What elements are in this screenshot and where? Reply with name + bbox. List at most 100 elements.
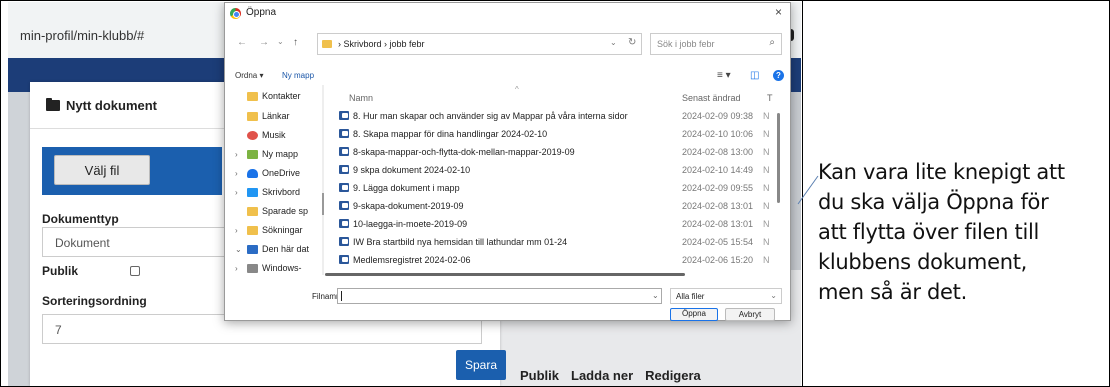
nav-item[interactable]: Sparade sp bbox=[235, 202, 319, 220]
word-document-icon bbox=[339, 237, 349, 246]
search-icon: ⌕ bbox=[769, 37, 775, 48]
open-button[interactable]: Öppna bbox=[670, 308, 718, 321]
nav-item[interactable]: Kontakter bbox=[235, 87, 319, 105]
file-row[interactable]: 9. Lägga dokument i mapp 2024-02-09 09:55… bbox=[325, 179, 780, 197]
view-icon[interactable]: ≡ ▾ bbox=[717, 70, 731, 81]
file-name: 8-skapa-mappar-och-flytta-dok-mellan-map… bbox=[353, 147, 575, 157]
file-type-cell: N bbox=[763, 129, 770, 139]
expand-icon[interactable]: › bbox=[235, 150, 243, 159]
nav-item-label: Kontakter bbox=[262, 91, 301, 101]
file-type-cell: N bbox=[763, 255, 770, 265]
pane-scrollbar-thumb[interactable] bbox=[322, 193, 324, 215]
action-public[interactable]: Publik bbox=[520, 368, 559, 383]
file-row[interactable]: 10-laegga-in-moete-2019-09 2024-02-08 13:… bbox=[325, 215, 780, 233]
action-edit[interactable]: Redigera bbox=[645, 368, 701, 383]
nav-item[interactable]: Musik bbox=[235, 126, 319, 144]
document-actions: Publik Ladda ner Redigera bbox=[520, 368, 701, 383]
nav-item[interactable]: › Sökningar bbox=[235, 221, 319, 239]
nav-item-label: Sökningar bbox=[262, 225, 303, 235]
help-icon[interactable]: ? bbox=[773, 70, 784, 81]
column-name[interactable]: Namn bbox=[349, 93, 373, 103]
cloud-icon bbox=[247, 168, 258, 178]
path-bar[interactable]: › Skrivbord › jobb febr ⌄ ↻ bbox=[317, 33, 642, 55]
nav-item[interactable]: › Skrivbord bbox=[235, 183, 319, 201]
public-checkbox[interactable] bbox=[130, 266, 140, 276]
close-icon[interactable]: × bbox=[775, 5, 782, 19]
word-document-icon bbox=[339, 165, 349, 174]
new-folder-button[interactable]: Ny mapp bbox=[282, 71, 314, 80]
file-row[interactable]: 9-skapa-dokument-2019-09 2024-02-08 13:01… bbox=[325, 197, 780, 215]
file-row[interactable]: 8-skapa-mappar-och-flytta-dok-mellan-map… bbox=[325, 143, 780, 161]
recent-dropdown-icon[interactable]: ⌄ bbox=[277, 37, 284, 46]
column-type[interactable]: T bbox=[767, 93, 773, 103]
folder-icon bbox=[46, 98, 60, 111]
word-document-icon bbox=[339, 255, 349, 264]
expand-icon[interactable]: › bbox=[235, 188, 243, 197]
file-row[interactable]: 8. Skapa mappar för dina handlingar 2024… bbox=[325, 125, 780, 143]
chevron-down-icon[interactable]: ⌄ bbox=[652, 291, 659, 300]
path-segment[interactable]: jobb febr bbox=[390, 39, 425, 49]
chevron-down-icon[interactable]: ⌄ bbox=[610, 38, 617, 47]
file-type-cell: N bbox=[763, 183, 770, 193]
nav-item-label: OneDrive bbox=[262, 168, 301, 178]
chrome-icon bbox=[230, 8, 241, 19]
path-text[interactable]: › Skrivbord › jobb febr bbox=[338, 39, 425, 49]
callout-line: Kan vara lite knepigt att bbox=[818, 160, 1065, 184]
action-download[interactable]: Ladda ner bbox=[571, 368, 633, 383]
nav-item-label: Ny mapp bbox=[262, 149, 299, 159]
nav-item-label: Skrivbord bbox=[262, 187, 301, 197]
file-date: 2024-02-08 13:01 bbox=[682, 219, 754, 229]
file-row[interactable]: 9 skpa dokument 2024-02-10 2024-02-10 14:… bbox=[325, 161, 780, 179]
folder-icon bbox=[247, 206, 258, 216]
nav-item[interactable]: › Windows- bbox=[235, 259, 319, 277]
file-row[interactable]: IW Bra startbild nya hemsidan till lathu… bbox=[325, 233, 780, 251]
callout-line: men så är det. bbox=[818, 280, 967, 304]
word-document-icon bbox=[339, 147, 349, 156]
nav-item[interactable]: › Ny mapp bbox=[235, 145, 319, 163]
nav-item[interactable]: › OneDrive bbox=[235, 164, 319, 182]
file-type-select[interactable]: Alla filer ⌄ bbox=[670, 288, 782, 304]
horizontal-scrollbar[interactable] bbox=[325, 273, 685, 276]
nav-item[interactable]: Länkar bbox=[235, 107, 319, 125]
choose-file-button[interactable]: Välj fil bbox=[54, 155, 150, 185]
path-segment[interactable]: Skrivbord bbox=[344, 39, 382, 49]
file-type-cell: N bbox=[763, 147, 770, 157]
url-text[interactable]: min-profil/min-klubb/# bbox=[20, 28, 144, 43]
sort-indicator-icon: ^ bbox=[515, 85, 519, 94]
expand-icon[interactable]: ⌄ bbox=[235, 245, 243, 254]
nav-item[interactable]: ⌄ Den här dat bbox=[235, 240, 319, 258]
folder-icon bbox=[247, 111, 258, 121]
save-button[interactable]: Spara bbox=[456, 350, 506, 380]
pane-scrollbar[interactable] bbox=[322, 85, 324, 275]
back-icon[interactable]: ← bbox=[237, 37, 247, 48]
file-date: 2024-02-08 13:00 bbox=[682, 147, 754, 157]
up-icon[interactable]: ↑ bbox=[293, 37, 298, 48]
callout-leader-line bbox=[797, 175, 819, 205]
file-row[interactable]: Medlemsregistret 2024-02-06 2024-02-06 15… bbox=[325, 251, 780, 269]
forward-icon[interactable]: → bbox=[259, 37, 269, 48]
chevron-down-icon: ⌄ bbox=[770, 291, 777, 300]
column-modified[interactable]: Senast ändrad bbox=[682, 93, 741, 103]
file-name: 9 skpa dokument 2024-02-10 bbox=[353, 165, 471, 175]
filename-input[interactable]: ⌄ bbox=[337, 288, 662, 304]
organize-menu[interactable]: Ordna ▾ bbox=[235, 71, 263, 80]
file-date: 2024-02-05 15:54 bbox=[682, 237, 754, 247]
text-caret bbox=[341, 291, 342, 301]
cancel-button[interactable]: Avbryt bbox=[725, 308, 775, 321]
file-row[interactable]: 8. Hur man skapar och använder sig av Ma… bbox=[325, 107, 780, 125]
modal-title-text: Nytt dokument bbox=[66, 98, 157, 113]
preview-pane-icon[interactable]: ◫ bbox=[750, 70, 759, 81]
word-document-icon bbox=[339, 111, 349, 120]
doc-type-label: Dokumenttyp bbox=[42, 212, 119, 226]
file-type-cell: N bbox=[763, 111, 770, 121]
sort-order-label: Sorteringsordning bbox=[42, 294, 147, 308]
search-input[interactable]: Sök i jobb febr ⌕ bbox=[650, 33, 782, 55]
vertical-scrollbar-thumb[interactable] bbox=[777, 113, 780, 203]
refresh-icon[interactable]: ↻ bbox=[628, 37, 636, 48]
file-name: Medlemsregistret 2024-02-06 bbox=[353, 255, 471, 265]
file-name: 10-laegga-in-moete-2019-09 bbox=[353, 219, 468, 229]
expand-icon[interactable]: › bbox=[235, 169, 243, 178]
expand-icon[interactable]: › bbox=[235, 264, 243, 273]
file-type-cell: N bbox=[763, 219, 770, 229]
expand-icon[interactable]: › bbox=[235, 226, 243, 235]
